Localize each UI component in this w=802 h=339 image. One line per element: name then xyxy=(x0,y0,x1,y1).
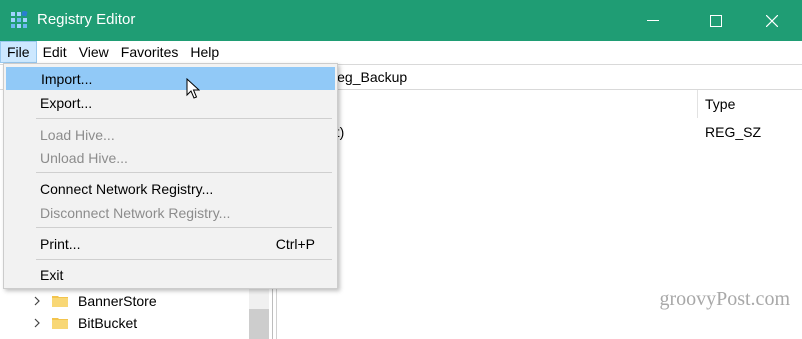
mouse-cursor-icon xyxy=(186,78,200,99)
menu-item-label: Disconnect Network Registry... xyxy=(40,204,231,221)
column-header-type[interactable]: Type xyxy=(705,96,735,112)
menu-edit[interactable]: Edit xyxy=(37,41,73,63)
menu-separator xyxy=(36,259,332,260)
expand-chevron-icon[interactable] xyxy=(30,318,44,328)
watermark: groovyPost.com xyxy=(659,288,790,310)
column-divider[interactable] xyxy=(697,90,698,118)
menu-item-shortcut: Ctrl+P xyxy=(275,235,315,252)
minimize-icon xyxy=(647,19,659,21)
menu-bar: File Edit View Favorites Help xyxy=(0,41,802,63)
close-button[interactable] xyxy=(741,0,802,41)
menu-item-label: Print... xyxy=(40,235,81,252)
folder-icon xyxy=(52,318,68,329)
tree-item[interactable]: BannerStore xyxy=(30,290,157,312)
maximize-button[interactable] xyxy=(685,0,747,41)
menu-help[interactable]: Help xyxy=(184,41,225,63)
menu-favorites[interactable]: Favorites xyxy=(115,41,185,63)
menu-item-import[interactable]: Import... xyxy=(6,67,335,90)
menu-item-label: Unload Hive... xyxy=(40,149,128,166)
menu-separator xyxy=(36,172,332,173)
tree-item-label: BannerStore xyxy=(78,293,157,309)
menu-item-connect-network-registry[interactable]: Connect Network Registry... xyxy=(6,177,335,200)
tree-item-label: BitBucket xyxy=(78,315,138,331)
title-bar: Registry Editor xyxy=(0,0,802,41)
tree-scrollbar-thumb[interactable] xyxy=(249,309,269,339)
menu-file[interactable]: File xyxy=(0,41,37,63)
menu-item-label: Load Hive... xyxy=(40,126,115,143)
menu-item-exit[interactable]: Exit xyxy=(6,263,335,286)
menu-item-print[interactable]: Print... Ctrl+P xyxy=(6,232,335,255)
expand-chevron-icon[interactable] xyxy=(30,296,44,306)
file-menu-dropdown: Import... Export... Load Hive... Unload … xyxy=(3,63,338,289)
menu-item-export[interactable]: Export... xyxy=(6,91,335,114)
menu-item-label: Import... xyxy=(41,70,93,87)
folder-icon xyxy=(52,296,68,307)
menu-item-label: Connect Network Registry... xyxy=(40,180,214,197)
menu-separator xyxy=(36,227,332,228)
menu-view[interactable]: View xyxy=(73,41,115,63)
menu-item-label: Exit xyxy=(40,266,64,283)
maximize-icon xyxy=(710,14,722,27)
menu-separator xyxy=(36,118,332,119)
menu-item-load-hive: Load Hive... xyxy=(6,123,335,146)
menu-item-unload-hive: Unload Hive... xyxy=(6,146,335,169)
menu-item-label: Export... xyxy=(40,94,93,111)
tree-item[interactable]: BitBucket xyxy=(30,312,137,334)
close-icon xyxy=(766,14,778,27)
minimize-button[interactable] xyxy=(622,0,684,41)
window-title: Registry Editor xyxy=(37,11,136,28)
value-type: REG_SZ xyxy=(705,124,762,140)
menu-item-disconnect-network-registry: Disconnect Network Registry... xyxy=(6,201,335,224)
registry-editor-icon xyxy=(11,11,28,28)
